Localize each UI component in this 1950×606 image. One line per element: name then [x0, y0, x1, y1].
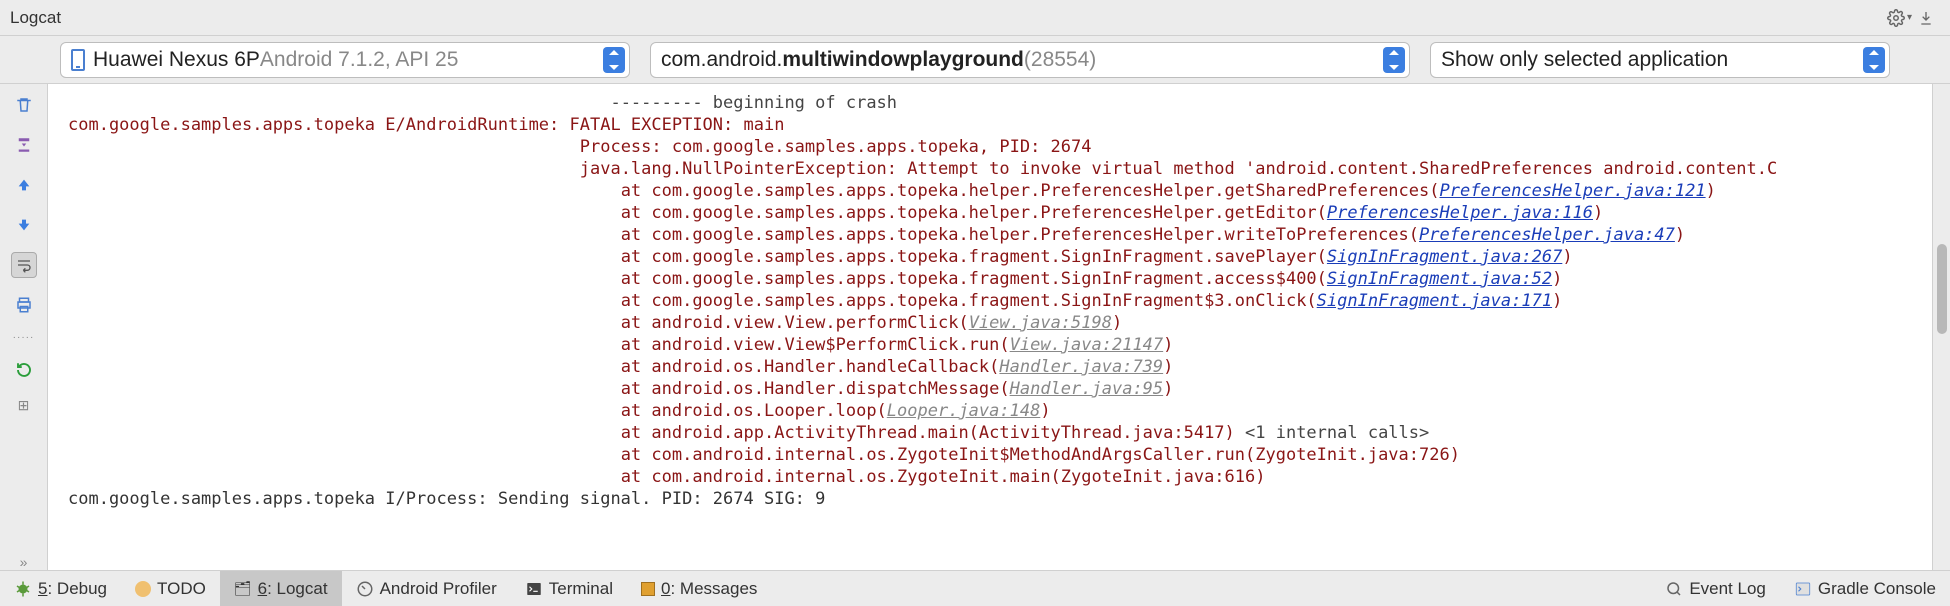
- log-segment[interactable]: View.java:5198: [969, 313, 1112, 333]
- panel-title: Logcat: [10, 8, 1881, 28]
- log-segment[interactable]: SignInFragment.java:171: [1317, 291, 1552, 311]
- log-segment[interactable]: PreferencesHelper.java:121: [1439, 181, 1705, 201]
- log-segment: --------- beginning of crash: [610, 93, 897, 113]
- tab-debug[interactable]: 5: Debug: [0, 571, 121, 606]
- log-segment: Process: com.google.samples.apps.topeka,…: [580, 137, 1092, 157]
- log-segment: ): [1163, 357, 1173, 377]
- arrow-down-icon[interactable]: [11, 212, 37, 238]
- log-segment: at android.os.Handler.dispatchMessage(: [621, 379, 1010, 399]
- process-selector[interactable]: com.android.multiwindowplayground (28554…: [650, 42, 1410, 78]
- status-bar: 5: Debug TODO 🗂 6: Logcat Android Profil…: [0, 570, 1950, 606]
- tab-gradle-console[interactable]: Gradle Console: [1780, 571, 1950, 606]
- device-selector[interactable]: Huawei Nexus 6P Android 7.1.2, API 25: [60, 42, 630, 78]
- separator: ·····: [13, 332, 35, 343]
- tab-android-profiler[interactable]: Android Profiler: [342, 571, 511, 606]
- log-segment: at android.view.View$PerformClick.run(: [621, 335, 1010, 355]
- vertical-scrollbar[interactable]: [1932, 84, 1950, 570]
- log-segment[interactable]: SignInFragment.java:52: [1327, 269, 1552, 289]
- scrollbar-thumb[interactable]: [1937, 244, 1947, 334]
- log-segment: at android.os.Handler.handleCallback(: [621, 357, 1000, 377]
- phone-icon: [71, 49, 85, 71]
- log-segment: at com.google.samples.apps.topeka.fragme…: [621, 269, 1327, 289]
- expand-icon[interactable]: ⊞: [18, 397, 30, 414]
- tool-gutter: ····· ⊞ »: [0, 84, 48, 570]
- log-segment: <1 internal calls>: [1245, 423, 1429, 443]
- log-segment[interactable]: PreferencesHelper.java:47: [1419, 225, 1675, 245]
- tab-event-log[interactable]: Event Log: [1651, 571, 1780, 606]
- log-segment[interactable]: SignInFragment.java:267: [1327, 247, 1562, 267]
- log-segment: at com.google.samples.apps.topeka.helper…: [621, 203, 1327, 223]
- log-output[interactable]: --------- beginning of crash com.google.…: [48, 84, 1932, 570]
- tab-terminal[interactable]: Terminal: [511, 571, 627, 606]
- chevron-up-down-icon: [603, 47, 625, 73]
- log-segment: ): [1675, 225, 1685, 245]
- log-segment: com.google.samples.apps.topeka E/Android…: [68, 115, 784, 135]
- chevron-up-down-icon: [1383, 47, 1405, 73]
- tab-messages[interactable]: 0: Messages: [627, 571, 771, 606]
- log-segment: java.lang.NullPointerException: Attempt …: [580, 159, 1777, 179]
- log-segment: com.google.samples.apps.topeka I/Process…: [68, 489, 825, 509]
- arrow-up-icon[interactable]: [11, 172, 37, 198]
- chevron-up-down-icon: [1863, 47, 1885, 73]
- more-icon[interactable]: »: [20, 554, 28, 570]
- tab-todo[interactable]: TODO: [121, 571, 220, 606]
- tab-logcat[interactable]: 🗂 6: Logcat: [220, 571, 342, 606]
- log-segment: at android.app.ActivityThread.main(Activ…: [621, 423, 1245, 443]
- log-segment: ): [1112, 313, 1122, 333]
- log-segment: ): [1706, 181, 1716, 201]
- log-segment[interactable]: Handler.java:739: [999, 357, 1163, 377]
- scope-selector[interactable]: Show only selected application: [1430, 42, 1890, 78]
- log-segment[interactable]: Looper.java:148: [887, 401, 1041, 421]
- process-pid: (28554): [1024, 48, 1096, 72]
- log-segment: at com.google.samples.apps.topeka.helper…: [621, 225, 1419, 245]
- trash-icon[interactable]: [11, 92, 37, 118]
- log-segment: ): [1163, 379, 1173, 399]
- log-segment[interactable]: View.java:21147: [1010, 335, 1164, 355]
- log-segment: ): [1552, 269, 1562, 289]
- log-segment: at com.android.internal.os.ZygoteInit.ma…: [621, 467, 1266, 487]
- scroll-end-icon[interactable]: [11, 132, 37, 158]
- log-segment: ): [1040, 401, 1050, 421]
- log-segment: at com.google.samples.apps.topeka.helper…: [621, 181, 1440, 201]
- log-segment[interactable]: PreferencesHelper.java:116: [1327, 203, 1593, 223]
- log-segment: at com.android.internal.os.ZygoteInit$Me…: [621, 445, 1460, 465]
- log-segment: ): [1552, 291, 1562, 311]
- log-segment: at android.os.Looper.loop(: [621, 401, 887, 421]
- soft-wrap-icon[interactable]: [11, 252, 37, 278]
- restart-icon[interactable]: [11, 357, 37, 383]
- download-icon[interactable]: [1912, 10, 1940, 26]
- filter-bar: Huawei Nexus 6P Android 7.1.2, API 25 co…: [0, 36, 1950, 84]
- log-segment: ): [1163, 335, 1173, 355]
- log-segment: at android.view.View.performClick(: [621, 313, 969, 333]
- process-name: multiwindowplayground: [782, 48, 1023, 72]
- log-segment: at com.google.samples.apps.topeka.fragme…: [621, 291, 1317, 311]
- process-prefix: com.android.: [661, 48, 782, 72]
- device-name: Huawei Nexus 6P: [93, 48, 260, 72]
- log-segment: ): [1593, 203, 1603, 223]
- log-segment[interactable]: Handler.java:95: [1010, 379, 1164, 399]
- scope-label: Show only selected application: [1441, 48, 1728, 72]
- print-icon[interactable]: [11, 292, 37, 318]
- device-detail: Android 7.1.2, API 25: [260, 48, 458, 72]
- log-segment: ): [1562, 247, 1572, 267]
- log-segment: at com.google.samples.apps.topeka.fragme…: [621, 247, 1327, 267]
- panel-titlebar: Logcat ▾: [0, 0, 1950, 36]
